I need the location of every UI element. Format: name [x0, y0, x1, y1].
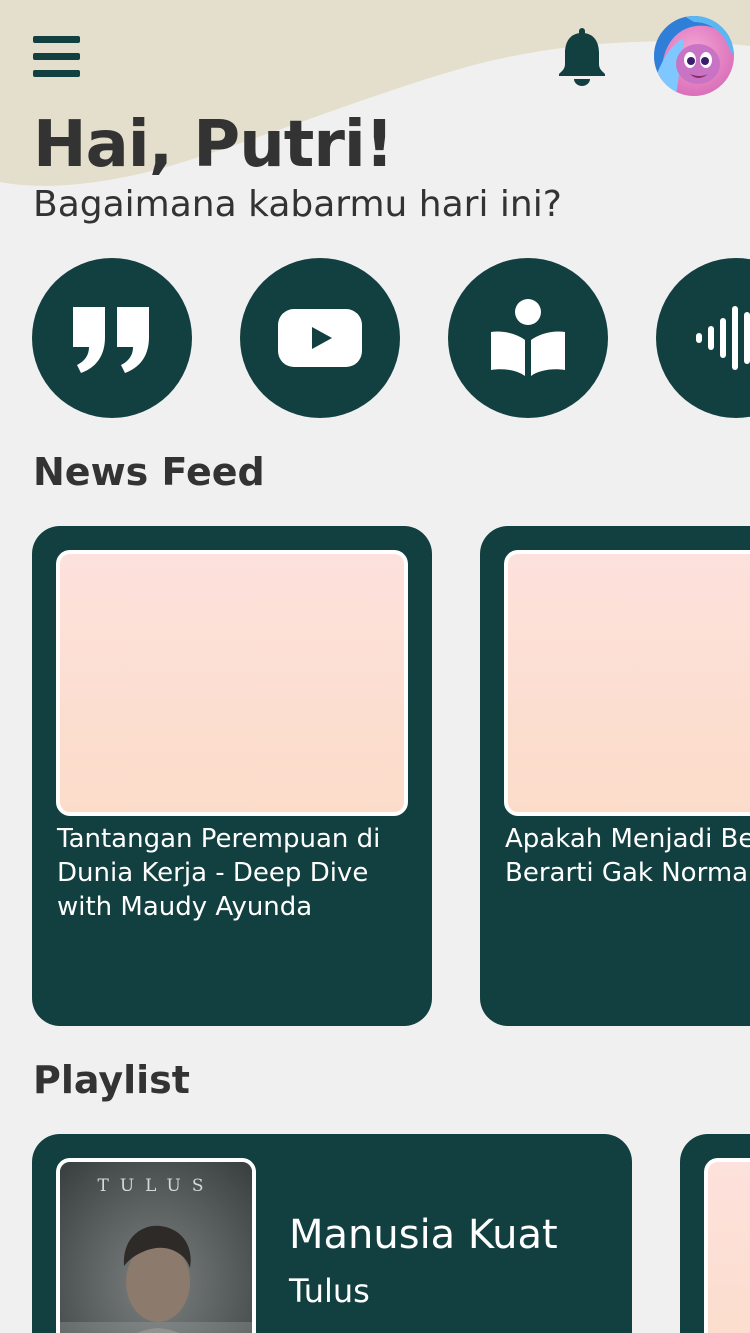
song-artist: Tulus [289, 1272, 370, 1310]
category-shortcuts [0, 258, 750, 418]
news-thumbnail [504, 550, 750, 816]
menu-button[interactable] [33, 36, 80, 78]
greeting-title: Hai, Putri! [33, 108, 394, 182]
profile-avatar[interactable] [654, 16, 734, 96]
album-cover [704, 1158, 750, 1333]
playlist-heading: Playlist [33, 1058, 190, 1102]
greeting-subtitle: Bagaimana kabarmu hari ini? [33, 184, 562, 225]
category-video-button[interactable] [240, 258, 400, 418]
album-cover: TULUS [56, 1158, 256, 1333]
song-title: Manusia Kuat [289, 1212, 558, 1258]
category-quotes-button[interactable] [32, 258, 192, 418]
news-thumbnail [56, 550, 408, 816]
news-card-title: Apakah Menjadi Be Berarti Gak Norma [505, 824, 750, 888]
reading-person-icon [491, 299, 565, 376]
news-card[interactable]: Apakah Menjadi Be Berarti Gak Norma [480, 526, 750, 1026]
pony-avatar [654, 16, 734, 96]
youtube-play-icon [278, 309, 362, 367]
home-screen: Hai, Putri! Bagaimana kabarmu hari ini? [0, 0, 750, 1333]
bell-icon [559, 28, 605, 86]
news-card[interactable]: Tantangan Perempuan di Dunia Kerja - Dee… [32, 526, 432, 1026]
notification-button[interactable] [556, 28, 608, 86]
news-card-title: Tantangan Perempuan di Dunia Kerja - Dee… [57, 824, 381, 922]
playlist-card[interactable]: TULUS Manusia Kuat Tulus [32, 1134, 632, 1333]
audio-waveform-icon [696, 306, 750, 370]
playlist-card[interactable] [680, 1134, 750, 1333]
album-artist-tag: TULUS [97, 1176, 215, 1196]
news-feed-heading: News Feed [33, 450, 265, 494]
category-reading-button[interactable] [448, 258, 608, 418]
category-audio-button[interactable] [656, 258, 750, 418]
quote-icon [73, 307, 149, 373]
